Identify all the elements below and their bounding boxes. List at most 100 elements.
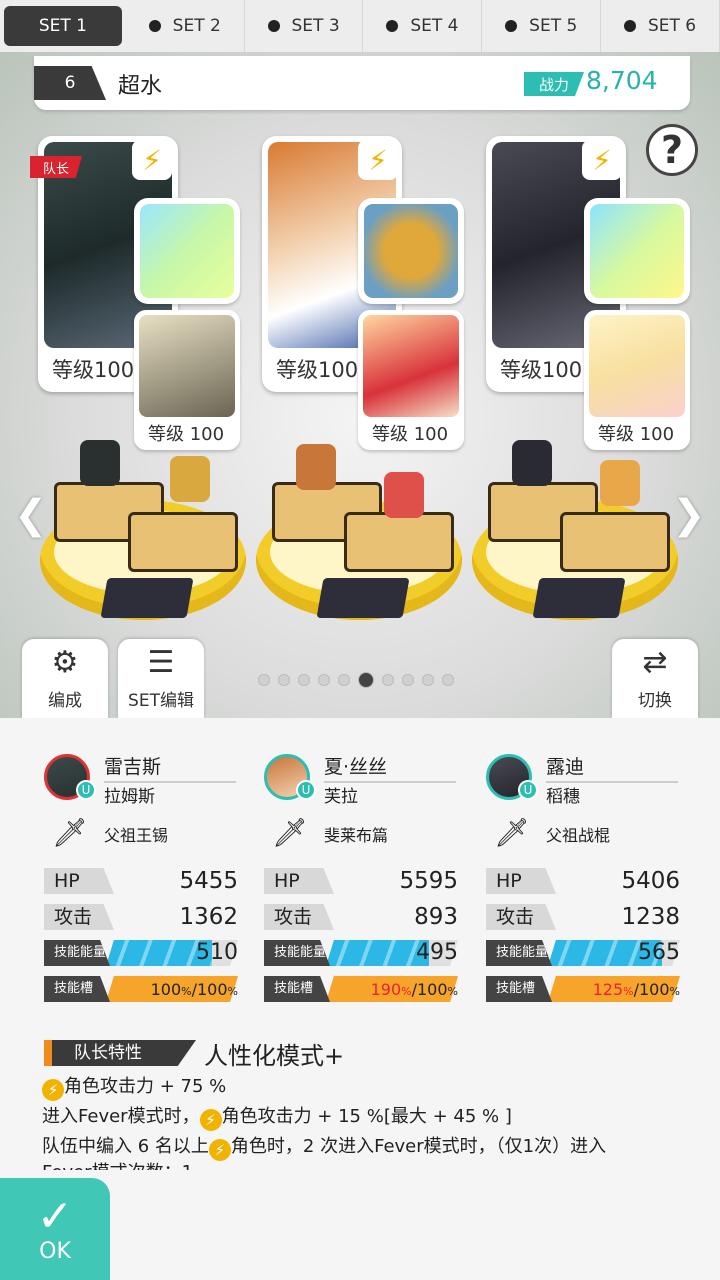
page-dot[interactable] (278, 674, 290, 686)
dot-icon (623, 20, 636, 32)
page-dot[interactable] (442, 674, 454, 686)
help-button[interactable]: ? (646, 124, 698, 176)
weapon-slot-1[interactable] (134, 198, 240, 304)
arrow-left-icon[interactable]: ❮ (14, 492, 48, 538)
page-dot[interactable] (382, 674, 394, 686)
tab-set-3[interactable]: SET 3 (245, 0, 364, 52)
character-name: 夏·丝丝 (324, 752, 456, 783)
lightning-icon: ⚡ (582, 140, 622, 180)
character-name: 雷吉斯 (104, 752, 236, 783)
weapon-icon: 🗡 (52, 816, 88, 849)
skill-energy-label: 技能能量 (486, 940, 552, 966)
attack-row: 攻击 1238 (486, 904, 680, 932)
sub-character-portrait (589, 315, 685, 417)
power-label: 战力 (524, 72, 584, 96)
hp-value: 5406 (621, 868, 680, 894)
sub-character-level: 等级 100 (148, 424, 225, 445)
skill-slot-label: 技能槽 (486, 976, 552, 1002)
sub-character-portrait (139, 315, 235, 417)
pixel-character (170, 456, 210, 502)
sub-character-slot-2[interactable]: 等级 100 (358, 310, 464, 450)
lightning-icon: ⚡ (199, 1109, 222, 1131)
dot-icon (386, 20, 399, 32)
tab-label: SET 5 (529, 16, 578, 36)
leader-badge: 队长 (30, 156, 82, 178)
pixel-character (600, 460, 640, 506)
tab-label: SET 6 (647, 16, 697, 36)
set-edit-label: SET编辑 (128, 691, 194, 711)
team-name[interactable]: 超水 (118, 68, 162, 100)
switch-label: 切换 (638, 691, 672, 711)
lightning-icon: ⚡ (42, 1079, 64, 1101)
formation-icon: ⚙ (51, 645, 79, 680)
ok-button[interactable]: ✓ OK (0, 1178, 110, 1280)
character-style: 芙拉 (324, 787, 358, 807)
weapon-slot-3[interactable] (584, 198, 690, 304)
set-edit-button[interactable]: ☰ SET编辑 (118, 639, 204, 718)
skill-energy-value: 565 (638, 940, 680, 965)
character-name: 露迪 (546, 752, 678, 783)
hp-label: HP (264, 868, 334, 894)
hp-label: HP (44, 868, 114, 894)
skill-slot-row: 技能槽 125%/100% (486, 976, 680, 1004)
dot-icon (148, 20, 161, 32)
pedestal (316, 578, 410, 618)
formation-label: 编成 (48, 691, 82, 711)
skill-slot-row: 技能槽 100%/100% (44, 976, 238, 1004)
sub-character-slot-3[interactable]: 等级 100 (584, 310, 690, 450)
attack-row: 攻击 1362 (44, 904, 238, 932)
ok-label: OK (39, 1238, 71, 1264)
tab-set-6[interactable]: SET 6 (601, 0, 720, 52)
tab-set-2[interactable]: SET 2 (126, 0, 245, 52)
hp-row: HP 5406 (486, 868, 680, 896)
skill-energy-label: 技能能量 (44, 940, 110, 966)
tab-set-1[interactable]: SET 1 (4, 6, 122, 46)
skill-slot-value: 100%/100% (150, 980, 238, 999)
weapon-icon: 🗡 (494, 816, 530, 849)
switch-button[interactable]: ⇄ 切换 (612, 639, 698, 718)
weapon-name: 父祖王锡 (104, 826, 169, 845)
tab-set-5[interactable]: SET 5 (482, 0, 602, 52)
page-dot[interactable] (318, 674, 330, 686)
page-dot[interactable] (338, 674, 350, 686)
page-dot[interactable] (358, 672, 374, 688)
skill-energy-label: 技能能量 (264, 940, 330, 966)
attack-label: 攻击 (44, 904, 114, 930)
u-badge-icon: U (518, 780, 538, 800)
sub-character-level: 等级 100 (598, 424, 675, 445)
pixel-block (344, 512, 454, 572)
tab-label: SET 2 (172, 16, 221, 36)
leader-skill-tag: 队长特性 (44, 1040, 196, 1066)
attack-label: 攻击 (486, 904, 556, 930)
skill-slot-row: 技能槽 190%/100% (264, 976, 458, 1004)
skill-energy-value: 495 (416, 940, 458, 965)
hp-value: 5455 (179, 868, 238, 894)
skill-energy-row: 技能能量 495 (264, 940, 458, 968)
weapon-name: 斐莱布篇 (324, 826, 389, 845)
attack-label: 攻击 (264, 904, 334, 930)
dot-icon (505, 20, 518, 32)
power-value: 8,704 (586, 66, 658, 95)
page-dot[interactable] (298, 674, 310, 686)
pixel-block (560, 512, 670, 572)
tab-set-4[interactable]: SET 4 (363, 0, 483, 52)
sub-character-slot-1[interactable]: 等级 100 (134, 310, 240, 450)
page-indicator (258, 672, 454, 688)
page-dot[interactable] (402, 674, 414, 686)
leader-skill-line-4: Fever模式次数：1 (42, 1158, 193, 1170)
pixel-block (128, 512, 238, 572)
u-badge-icon: U (76, 780, 96, 800)
weapon-slot-2[interactable] (358, 198, 464, 304)
page-dot[interactable] (258, 674, 270, 686)
lightning-icon: ⚡ (208, 1139, 231, 1161)
arrow-right-icon[interactable]: ❯ (672, 492, 706, 538)
weapon-name: 父祖战棍 (546, 826, 611, 845)
team-number: 6 (34, 66, 106, 100)
attack-value: 893 (414, 904, 458, 930)
skill-energy-value: 510 (196, 940, 238, 965)
skill-slot-value: 190%/100% (370, 980, 458, 999)
hp-row: HP 5455 (44, 868, 238, 896)
formation-button[interactable]: ⚙ 编成 (22, 639, 108, 718)
page-dot[interactable] (422, 674, 434, 686)
leader-skill-line-3: 队伍中编入 6 名以上 ⚡ 角色时，2 次进入Fever模式时，（仅1次）进入 (42, 1136, 607, 1161)
